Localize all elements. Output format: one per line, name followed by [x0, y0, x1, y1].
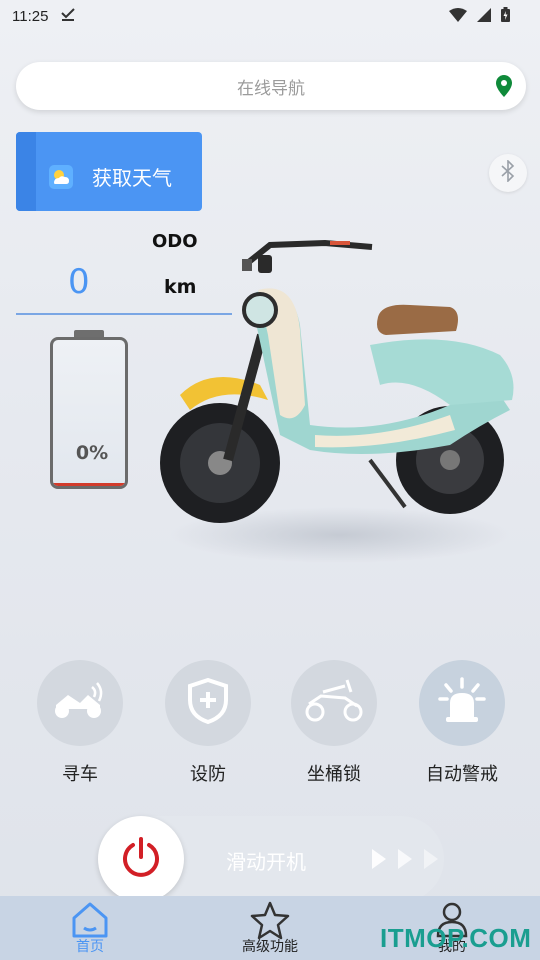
weather-button-label: 获取天气 [92, 166, 172, 190]
scooter-image [150, 235, 530, 575]
find-car-button[interactable]: 寻车 [36, 660, 124, 786]
get-weather-button[interactable]: 获取天气 [16, 132, 202, 211]
arm-defense-circle [165, 660, 251, 746]
battery-status-icon [501, 7, 510, 26]
status-time: 11:25 [12, 7, 49, 25]
slide-arrows-icon [372, 849, 438, 873]
tab-home-label: 首页 [76, 939, 104, 955]
seat-lock-label: 坐桶锁 [307, 764, 361, 785]
location-pin-icon[interactable] [496, 75, 512, 101]
find-car-circle [37, 660, 123, 746]
weather-button-stripe [16, 132, 36, 211]
auto-alert-button[interactable]: 自动警戒 [418, 660, 506, 786]
slide-power-on-track[interactable]: 滑动开机 [98, 816, 444, 902]
download-check-icon [60, 7, 76, 25]
auto-alert-label: 自动警戒 [426, 764, 498, 785]
bluetooth-icon [501, 159, 515, 186]
weather-cloud-icon [49, 165, 73, 194]
shield-plus-icon [188, 677, 228, 728]
signal-icon [477, 7, 491, 26]
auto-alert-circle [419, 660, 505, 746]
tab-advanced-label: 高级功能 [242, 939, 298, 955]
battery-fill [53, 483, 125, 486]
power-knob[interactable] [98, 816, 184, 902]
watermark-text: ITMOP.COM [380, 923, 532, 953]
arm-defense-label: 设防 [190, 764, 226, 785]
bluetooth-button[interactable] [489, 154, 527, 192]
power-icon [119, 835, 163, 883]
tab-advanced[interactable]: 高级功能 [220, 896, 320, 960]
arm-defense-button[interactable]: 设防 [164, 660, 252, 786]
scooter-seat-icon [303, 678, 365, 728]
tab-home[interactable]: 首页 [40, 896, 140, 960]
seat-lock-circle [291, 660, 377, 746]
battery-percent: 0% [75, 442, 109, 464]
odometer-value: 0 [68, 262, 90, 302]
scooter-sound-icon [52, 681, 108, 725]
find-car-label: 寻车 [62, 764, 98, 785]
search-placeholder: 在线导航 [237, 78, 305, 99]
wifi-icon [449, 7, 467, 26]
navigation-search-bar[interactable]: 在线导航 [16, 62, 526, 110]
slide-power-on-label: 滑动开机 [226, 850, 306, 874]
seat-lock-button[interactable]: 坐桶锁 [290, 660, 378, 786]
battery-body: 0% [50, 337, 128, 489]
alarm-light-icon [438, 677, 486, 729]
battery-gauge: 0% [50, 330, 128, 490]
status-bar: 11:25 [0, 0, 540, 32]
